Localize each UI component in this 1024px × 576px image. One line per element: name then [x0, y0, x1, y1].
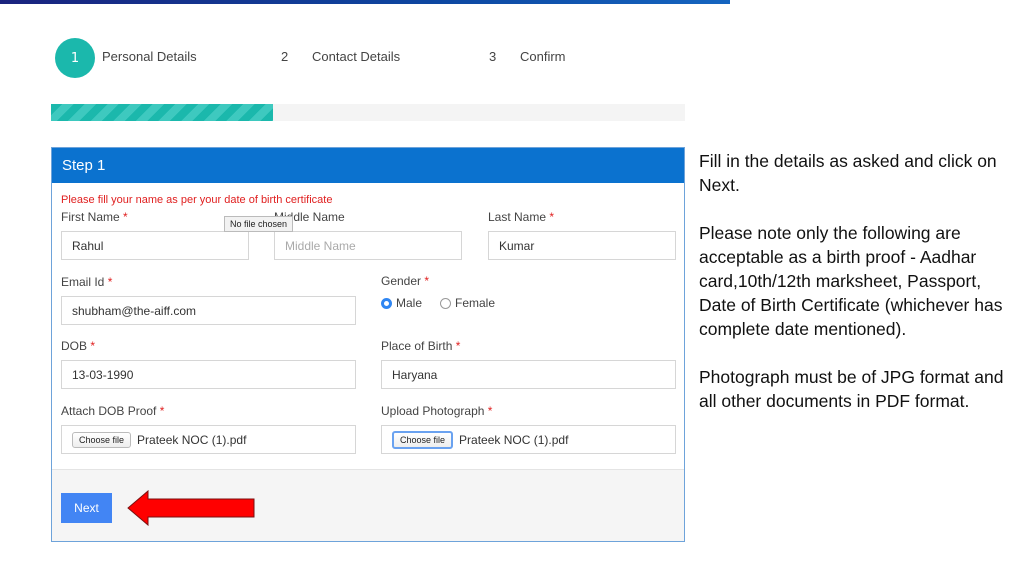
help-paragraph: Please note only the following are accep… [699, 223, 1003, 339]
gender-female-option[interactable]: Female [440, 296, 495, 310]
photograph-file-name: Prateek NOC (1).pdf [459, 432, 569, 447]
panel-footer: Next [52, 469, 684, 541]
last-name-label: Last Name * [488, 210, 555, 224]
wizard-progress-bar [51, 104, 685, 121]
help-paragraph: Fill in the details as asked and click o… [699, 151, 997, 195]
gender-male-option[interactable]: Male [381, 296, 422, 310]
place-of-birth-label: Place of Birth * [381, 339, 461, 353]
email-input[interactable]: shubham@the-aiff.com [61, 296, 356, 325]
step-1-panel: Step 1 Please fill your name as per your… [51, 147, 685, 542]
gender-label: Gender * [381, 274, 430, 288]
name-notice: Please fill your name as per your date o… [61, 194, 333, 206]
panel-title: Step 1 [52, 148, 684, 183]
last-name-input[interactable]: Kumar [488, 231, 676, 260]
dob-proof-file-input[interactable]: Choose file Prateek NOC (1).pdf [61, 425, 356, 454]
first-name-input[interactable]: Rahul [61, 231, 249, 260]
step-2-label: Contact Details [312, 49, 401, 64]
step-2-number: 2 [281, 49, 289, 64]
gender-female-label: Female [455, 296, 496, 310]
red-arrow-annotation-icon [127, 490, 255, 526]
photograph-file-input[interactable]: Choose file Prateek NOC (1).pdf [381, 425, 676, 454]
help-paragraph: Photograph must be of JPG format and all… [699, 367, 1004, 411]
place-of-birth-input[interactable]: Haryana [381, 360, 676, 389]
first-name-label: First Name * [61, 210, 128, 224]
dob-label: DOB * [61, 339, 96, 353]
step-3-label: Confirm [520, 49, 566, 64]
help-text: Fill in the details as asked and click o… [699, 149, 1009, 437]
photograph-choose-file-button[interactable]: Choose file [392, 430, 454, 449]
gender-male-label: Male [396, 296, 423, 310]
email-label: Email Id * [61, 275, 113, 289]
file-tooltip: No file chosen [224, 216, 294, 232]
next-button[interactable]: Next [61, 493, 112, 523]
dob-input[interactable]: 13-03-1990 [61, 360, 356, 389]
radio-unselected-icon[interactable] [440, 297, 451, 309]
wizard-progress-fill [51, 104, 273, 121]
dob-proof-label: Attach DOB Proof * [61, 404, 165, 418]
step-3-number: 3 [489, 49, 497, 64]
step-1-circle: 1 [55, 38, 95, 78]
dob-proof-file-name: Prateek NOC (1).pdf [137, 432, 247, 447]
radio-selected-icon[interactable] [381, 297, 392, 309]
step-1-number: 1 [70, 50, 80, 66]
photograph-label: Upload Photograph * [381, 404, 493, 418]
step-1-label: Personal Details [102, 49, 197, 64]
dob-proof-choose-file-button[interactable]: Choose file [72, 431, 132, 448]
top-accent-bar [0, 0, 730, 4]
middle-name-input[interactable]: Middle Name [274, 231, 462, 260]
